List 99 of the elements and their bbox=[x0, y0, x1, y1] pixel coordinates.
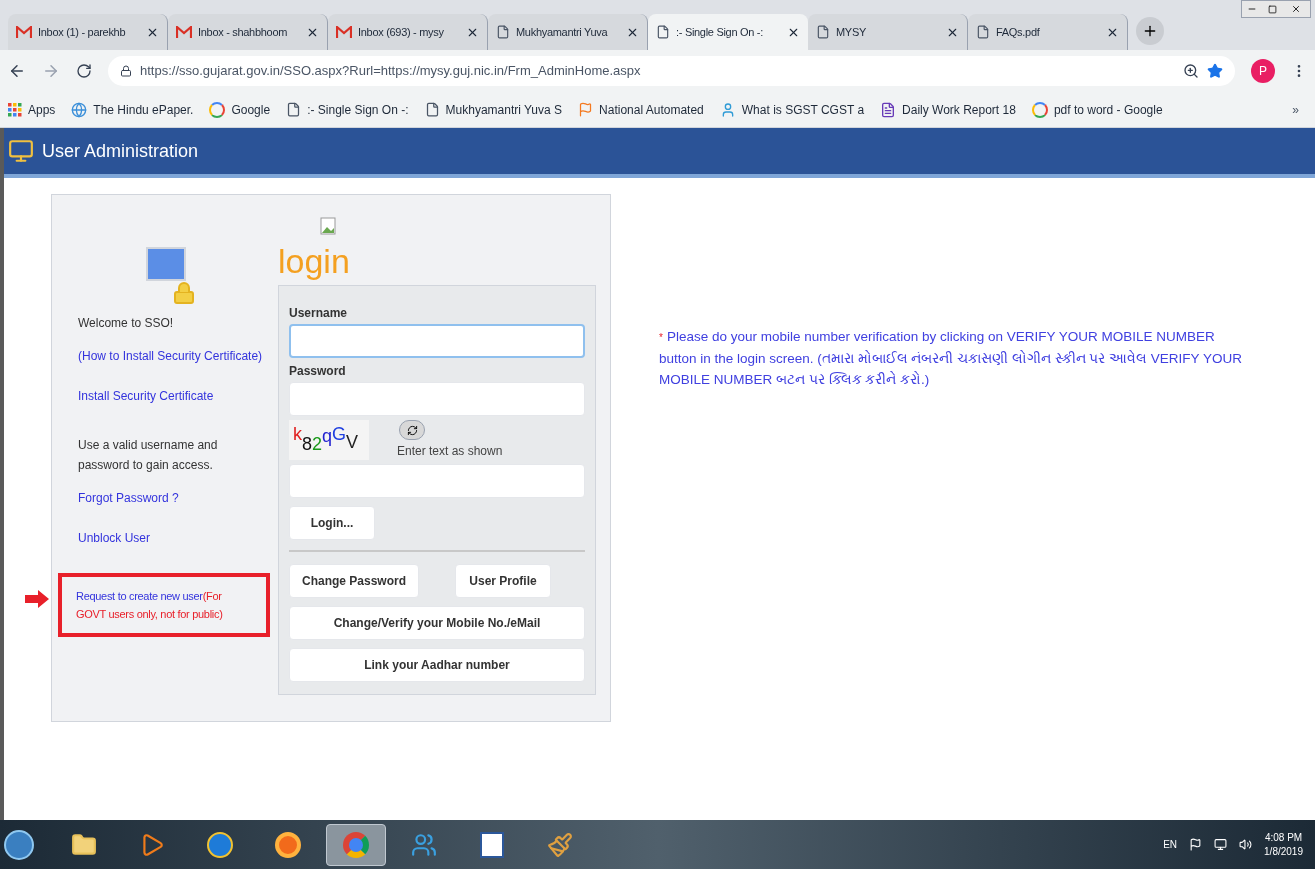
bookmark-label: The Hindu ePaper. bbox=[93, 101, 194, 119]
bookmark-label: Apps bbox=[28, 101, 56, 119]
apps-grid-icon bbox=[8, 102, 22, 117]
tab-title: Inbox (1) - parekhb bbox=[38, 24, 127, 40]
login-button[interactable]: Login... bbox=[289, 506, 375, 540]
tab-title: FAQs.pdf bbox=[996, 24, 1041, 40]
tab-title: Mukhyamantri Yuva bbox=[516, 24, 609, 40]
user-admin-icon bbox=[8, 138, 34, 164]
close-icon bbox=[1291, 4, 1301, 14]
page-icon bbox=[656, 25, 670, 39]
mail-icon bbox=[176, 25, 192, 39]
language-indicator[interactable]: EN bbox=[1163, 837, 1178, 852]
lock-icon bbox=[120, 65, 132, 77]
mail-icon bbox=[336, 25, 352, 39]
google-icon bbox=[1031, 101, 1048, 118]
tab-title: Inbox - shahbhoom bbox=[198, 24, 289, 40]
bookmark-label: Mukhyamantri Yuva S bbox=[445, 101, 563, 119]
page-icon bbox=[424, 102, 440, 117]
clock[interactable]: 4:08 PM 1/8/2019 bbox=[1264, 830, 1303, 859]
captcha-image: k82qGV bbox=[289, 420, 369, 460]
people-icon bbox=[411, 831, 437, 858]
page-icon bbox=[286, 102, 302, 117]
url-text: https://sso.gujarat.gov.in/SSO.aspx?Rurl=https://mysy.guj.nic.in/Frm_AdminHome.aspx bbox=[140, 62, 642, 81]
network-icon[interactable] bbox=[1214, 838, 1228, 851]
login-title: login bbox=[278, 241, 351, 281]
bookmark-link[interactable]: Apps bbox=[8, 100, 56, 119]
google-icon bbox=[209, 101, 226, 118]
bookmark-label: Google bbox=[231, 101, 271, 119]
bookmark-label: :- Single Sign On -: bbox=[307, 101, 409, 119]
browser-tab[interactable]: Inbox (1) - parekhb bbox=[8, 14, 168, 50]
more-bookmarks-link[interactable]: » bbox=[1292, 100, 1299, 119]
bookmark-link[interactable]: Google bbox=[209, 100, 271, 119]
side-link[interactable]: Unblock User bbox=[78, 529, 151, 547]
page-icon bbox=[976, 25, 990, 39]
refresh-captcha-button[interactable] bbox=[399, 420, 425, 440]
bookmark-link[interactable]: National Automated bbox=[578, 100, 704, 119]
password-input[interactable] bbox=[289, 382, 585, 416]
bookmark-label: National Automated bbox=[599, 101, 704, 119]
volume-icon[interactable] bbox=[1239, 838, 1253, 851]
password-label: Password bbox=[289, 363, 347, 380]
username-input[interactable] bbox=[289, 324, 585, 358]
form-icon bbox=[880, 101, 897, 118]
refresh-icon bbox=[406, 424, 418, 436]
broken-image-icon bbox=[320, 217, 338, 235]
flag-icon bbox=[578, 102, 594, 117]
side-link[interactable]: (How to Install Security Certificate) bbox=[78, 347, 263, 365]
bookmark-link[interactable]: pdf to word - Google bbox=[1031, 100, 1163, 119]
zoom-icon[interactable] bbox=[1183, 63, 1199, 79]
side-link[interactable]: Install Security Certificate bbox=[78, 387, 214, 405]
tab-title: Inbox (693) - mysy bbox=[358, 24, 445, 40]
mail-icon bbox=[16, 25, 32, 39]
new-tab-button[interactable] bbox=[1136, 17, 1164, 45]
info-text: Welcome to SSO! bbox=[78, 315, 175, 332]
document-icon bbox=[480, 831, 504, 858]
taskbar-app-button[interactable] bbox=[326, 823, 386, 866]
info-text: Use a valid username and password to gain access. bbox=[78, 437, 219, 474]
account-button[interactable]: Link your Aadhar number bbox=[289, 648, 585, 682]
bookmark-star-icon[interactable] bbox=[1207, 63, 1223, 79]
request-link[interactable]: Request to create new user(For GOVT users only, not for public) bbox=[76, 587, 252, 623]
page-icon bbox=[816, 25, 830, 39]
paint-icon bbox=[547, 831, 573, 858]
account-button[interactable]: Change/Verify your Mobile No./eMail bbox=[289, 606, 585, 640]
plus-icon bbox=[1142, 23, 1158, 39]
side-link[interactable]: Forgot Password ? bbox=[78, 489, 179, 507]
back-icon[interactable] bbox=[8, 62, 26, 80]
account-button[interactable]: Change Password bbox=[289, 564, 419, 598]
folder-icon bbox=[71, 831, 97, 858]
browser-tab[interactable]: FAQs.pdf bbox=[968, 14, 1128, 50]
browser-tab[interactable]: Inbox - shahbhoom bbox=[168, 14, 328, 50]
flag-icon[interactable] bbox=[1189, 838, 1203, 851]
browser-tab[interactable]: Inbox (693) - mysy bbox=[328, 14, 488, 50]
browser-tab[interactable]: Mukhyamantri Yuva bbox=[488, 14, 648, 50]
start-orb-icon[interactable] bbox=[4, 829, 34, 860]
captcha-hint: Enter text as shown bbox=[397, 443, 503, 460]
address-field[interactable]: https://sso.gujarat.gov.in/SSO.aspx?Rurl=https://mysy.guj.nic.in/Frm_AdminHome.aspx bbox=[108, 56, 1235, 86]
tab-title: MYSY bbox=[836, 24, 867, 40]
maximize-icon bbox=[1267, 4, 1277, 14]
verification-notice: * Please do your mobile number verification by clicking on VERIFY YOUR MOBILE NUMBER button in the login screen. (તમારા મોબાઈલ નંબરની ચકાસણી લોગીન સ્કીન પર આવેલ VERIFY YOUR MOBILE NUMBER બટન પર ક્લિક કરીને કરો.) bbox=[659, 328, 1243, 389]
captcha-input[interactable] bbox=[289, 464, 585, 498]
computer-lock-icon bbox=[146, 247, 196, 305]
page-title: User Administration bbox=[42, 139, 199, 163]
page-icon bbox=[496, 25, 510, 39]
bookmark-label: pdf to word - Google bbox=[1053, 101, 1163, 119]
bookmark-link[interactable]: :- Single Sign On -: bbox=[286, 100, 409, 119]
pointer-arrow-icon bbox=[24, 589, 50, 609]
account-button[interactable]: User Profile bbox=[455, 564, 551, 598]
bookmark-link[interactable]: Mukhyamantri Yuva S bbox=[424, 100, 563, 119]
browser-tab[interactable]: MYSY bbox=[808, 14, 968, 50]
bookmark-label: Daily Work Report 18 bbox=[902, 101, 1016, 119]
bookmark-link[interactable]: The Hindu ePaper. bbox=[71, 100, 194, 119]
profile-avatar[interactable]: P bbox=[1251, 59, 1275, 83]
username-label: Username bbox=[289, 305, 349, 322]
browser-tab[interactable]: :- Single Sign On -: bbox=[648, 14, 808, 50]
bookmark-link[interactable]: What is SGST CGST a bbox=[719, 100, 865, 119]
bookmark-link[interactable]: Daily Work Report 18 bbox=[880, 100, 1016, 119]
tab-title: :- Single Sign On -: bbox=[676, 24, 764, 40]
globe-icon bbox=[71, 101, 88, 118]
bookmark-label: What is SGST CGST a bbox=[741, 101, 865, 119]
reload-icon[interactable] bbox=[76, 63, 92, 79]
